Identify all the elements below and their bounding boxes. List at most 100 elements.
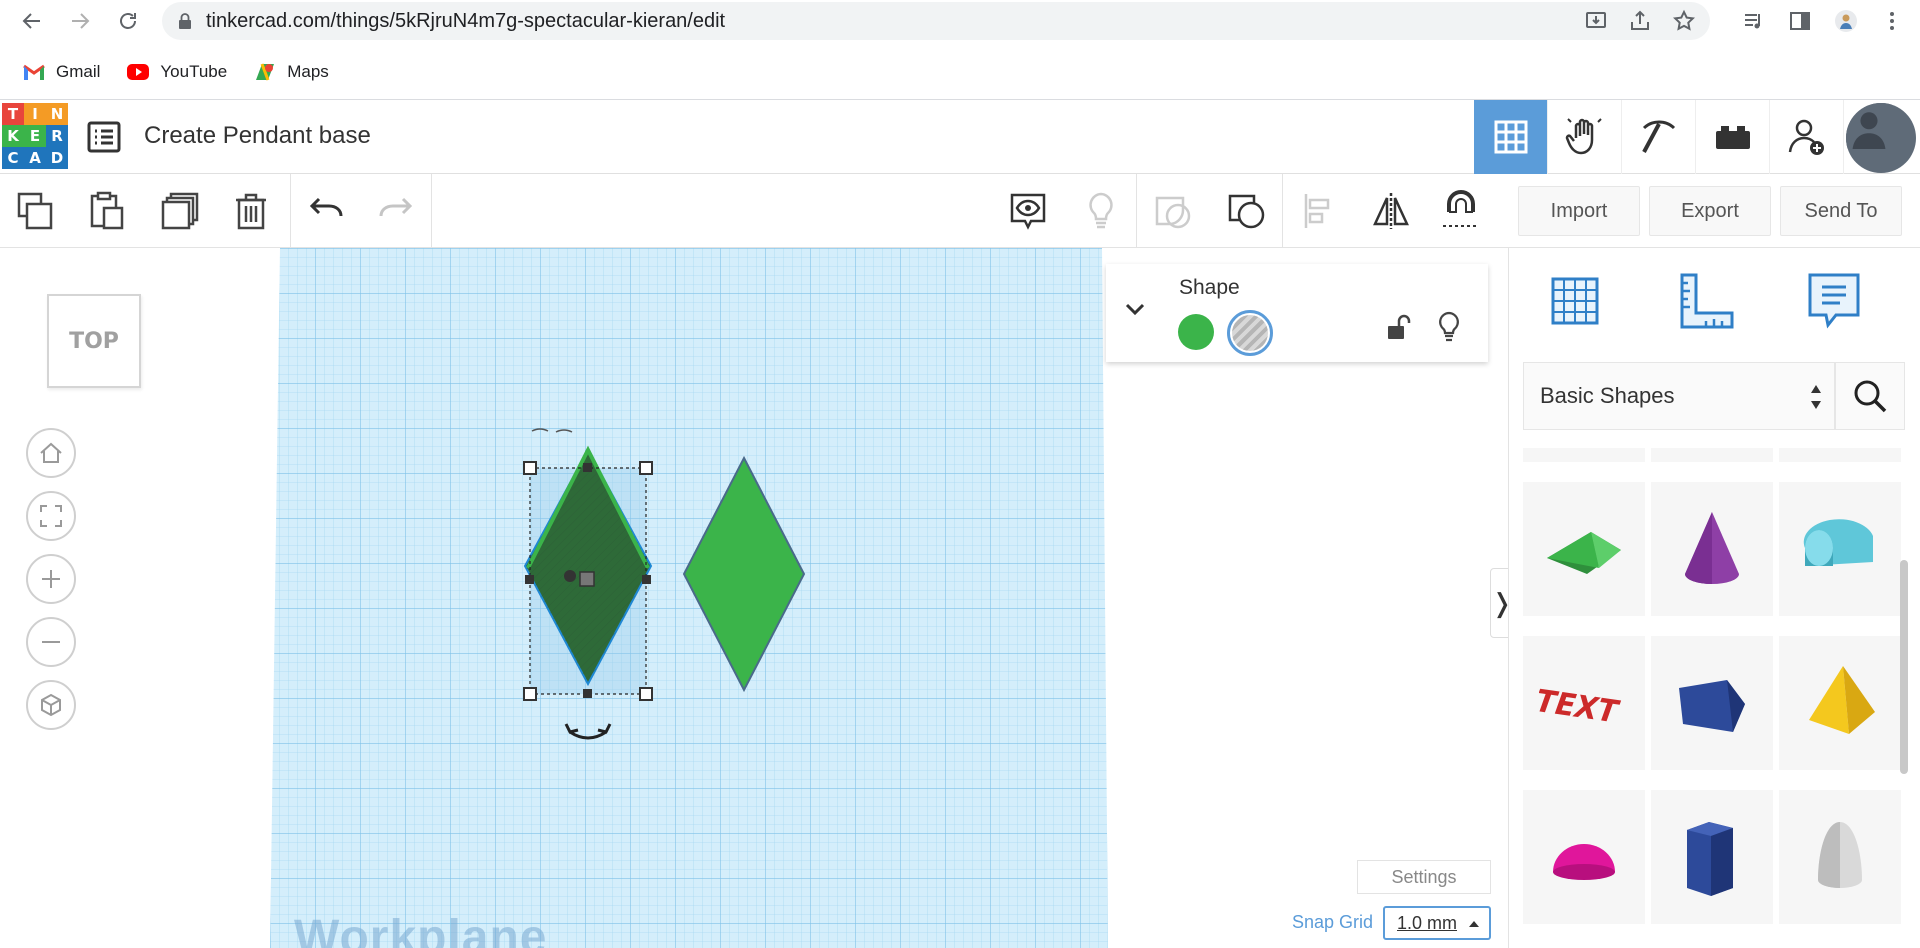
resize-handle-top[interactable]	[583, 463, 592, 472]
resize-handle-bottom[interactable]	[583, 689, 592, 698]
bookmark-label: Maps	[287, 62, 329, 81]
shapes-scrollbar[interactable]	[1900, 560, 1908, 774]
resize-handle-top-right[interactable]	[639, 461, 653, 475]
shape-inspector: Shape	[1106, 264, 1488, 362]
side-panel-icon[interactable]	[1788, 9, 1812, 33]
shape-tile[interactable]	[1651, 448, 1773, 462]
share-icon[interactable]	[1628, 9, 1652, 33]
shape-tile[interactable]	[1523, 448, 1645, 462]
bookmark-maps[interactable]: Maps	[253, 62, 329, 82]
undo-icon	[309, 197, 343, 217]
hole-pattern	[1232, 315, 1268, 351]
workplane-canvas[interactable]: Workplane	[270, 248, 1110, 948]
group-button[interactable]	[1148, 186, 1198, 236]
snap-grid-select[interactable]: 1.0 mm	[1383, 906, 1491, 940]
forward-button[interactable]	[60, 1, 100, 41]
shape-tile-pyramid[interactable]	[1779, 636, 1901, 770]
back-button[interactable]	[12, 1, 52, 41]
blocks-button[interactable]	[1622, 100, 1696, 174]
redo-button[interactable]	[371, 186, 421, 236]
shape-category-select[interactable]: Basic Shapes	[1523, 362, 1835, 430]
import-button[interactable]: Import	[1518, 186, 1640, 236]
cube-icon	[41, 693, 61, 717]
resize-handle-left[interactable]	[525, 575, 534, 584]
shape-search-button[interactable]	[1835, 362, 1905, 430]
lightbulb-icon	[1089, 192, 1113, 229]
export-button[interactable]: Export	[1649, 186, 1771, 236]
resize-handle-bottom-right[interactable]	[639, 687, 653, 701]
align-button[interactable]	[1294, 186, 1344, 236]
mirror-button[interactable]	[1366, 186, 1416, 236]
shape-tile-round-roof[interactable]	[1779, 482, 1901, 616]
center-handle[interactable]	[579, 571, 595, 587]
shape-tile-paraboloid[interactable]	[1779, 790, 1901, 924]
send-to-button[interactable]: Send To	[1780, 186, 1902, 236]
invite-user-button[interactable]	[1770, 100, 1844, 174]
address-bar[interactable]: tinkercad.com/things/5kRjruN4m7g-spectac…	[162, 2, 1710, 40]
resize-handle-bottom-left[interactable]	[523, 687, 537, 701]
3d-design-view-button[interactable]	[1474, 100, 1548, 174]
lightbulb-icon[interactable]	[1434, 310, 1464, 344]
shape-tile-roof[interactable]	[1523, 482, 1645, 616]
notes-button[interactable]	[1003, 186, 1053, 236]
bookmarks-bar: Gmail YouTube Maps	[0, 52, 1920, 92]
logo-letter: R	[46, 125, 68, 147]
perspective-toggle-button[interactable]	[26, 680, 76, 730]
view-cube[interactable]: TOP	[47, 294, 141, 388]
fit-view-button[interactable]	[26, 491, 76, 541]
ruler-tool-button[interactable]	[1669, 266, 1739, 336]
user-avatar-button[interactable]	[1844, 100, 1918, 174]
shape-tile-half-sphere[interactable]	[1523, 790, 1645, 924]
resize-handle-top-left[interactable]	[523, 461, 537, 475]
paste-button[interactable]	[82, 186, 132, 236]
home-view-button[interactable]	[26, 428, 76, 478]
logo-letter: A	[24, 147, 46, 169]
duplicate-button[interactable]	[155, 186, 205, 236]
avatar-icon	[1846, 103, 1892, 149]
more-menu-icon[interactable]	[1880, 9, 1904, 33]
delete-button[interactable]	[226, 186, 276, 236]
height-handle[interactable]	[564, 570, 576, 582]
bricks-button[interactable]	[1696, 100, 1770, 174]
zoom-out-button[interactable]	[26, 617, 76, 667]
half-sphere-shape-icon	[1553, 844, 1615, 880]
shape-tile-polygon[interactable]	[1651, 636, 1773, 770]
media-control-icon[interactable]	[1742, 9, 1766, 33]
tinkercad-logo[interactable]: TINKERCAD	[2, 103, 68, 169]
hole-swatch[interactable]	[1227, 310, 1273, 356]
bookmark-youtube[interactable]: YouTube	[126, 62, 227, 82]
solid-color-swatch[interactable]	[1178, 314, 1214, 350]
chevron-down-icon[interactable]	[1120, 294, 1150, 324]
zoom-in-button[interactable]	[26, 554, 76, 604]
star-icon[interactable]	[1672, 9, 1696, 33]
unlock-icon[interactable]	[1382, 312, 1412, 342]
undo-button[interactable]	[301, 186, 351, 236]
pyramid-shape-icon	[1809, 666, 1875, 734]
polygon-shape-icon	[1679, 680, 1745, 732]
shape-tile-text[interactable]: TEXT	[1523, 636, 1645, 770]
install-app-icon[interactable]	[1584, 9, 1608, 33]
cruise-button[interactable]	[1436, 186, 1486, 236]
shape-tile[interactable]	[1779, 448, 1901, 462]
notes-tool-button[interactable]	[1799, 266, 1869, 336]
bookmark-gmail[interactable]: Gmail	[22, 62, 100, 82]
design-list-icon[interactable]	[86, 119, 122, 155]
plus-icon	[42, 570, 60, 588]
show-all-button[interactable]	[1076, 186, 1126, 236]
shape-tile-cone[interactable]	[1651, 482, 1773, 616]
workplane-svg[interactable]	[270, 248, 1110, 948]
reload-button[interactable]	[108, 1, 148, 41]
toolbar-divider	[431, 174, 432, 248]
settings-button[interactable]: Settings	[1357, 860, 1491, 894]
align-icon	[1304, 194, 1330, 228]
blocks-sim-button[interactable]	[1548, 100, 1622, 174]
copy-button[interactable]	[11, 186, 61, 236]
profile-icon[interactable]	[1834, 9, 1858, 33]
gmail-icon	[23, 64, 45, 80]
workplane-tool-button[interactable]	[1540, 266, 1610, 336]
design-title[interactable]: Create Pendant base	[144, 122, 371, 150]
shape-tile-hexagonal-prism[interactable]	[1651, 790, 1773, 924]
magnet-icon	[1443, 190, 1479, 227]
ungroup-button[interactable]	[1222, 186, 1272, 236]
resize-handle-right[interactable]	[642, 575, 651, 584]
